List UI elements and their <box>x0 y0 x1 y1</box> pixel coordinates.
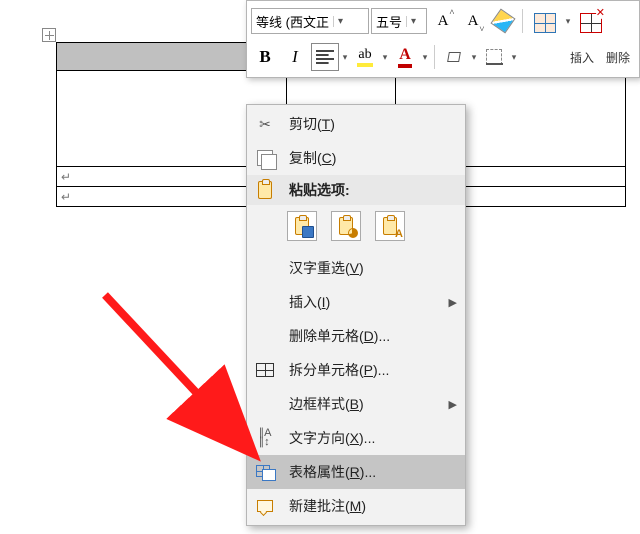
mini-toolbar: 等线 (西文正 ▾ 五号 ▾ A A ▾ B I ▾ ab ▾ A ▾ ▾ ▾ <box>246 0 640 78</box>
paste-keep-source-button[interactable] <box>287 211 317 241</box>
menu-copy[interactable]: 复制(C) <box>247 141 465 175</box>
menu-label: 复制(C) <box>289 148 457 168</box>
chevron-down-icon[interactable]: ▾ <box>510 52 518 63</box>
comment-icon <box>249 500 281 512</box>
align-button[interactable] <box>311 43 339 71</box>
delete-label: 删除 <box>601 49 635 66</box>
paragraph-mark-icon: ↵ <box>61 190 71 204</box>
font-size-value: 五号 <box>372 12 406 31</box>
clipboard-brush-icon <box>295 217 309 235</box>
shrink-font-icon: A <box>468 13 479 30</box>
menu-border-styles[interactable]: 边框样式(B) ▶ <box>247 387 465 421</box>
clipboard-arrow-icon <box>339 217 353 235</box>
separator <box>522 9 523 33</box>
copy-icon <box>249 150 281 166</box>
chevron-down-icon[interactable]: ▾ <box>470 52 478 63</box>
context-menu: 剪切(T) 复制(C) 粘贴选项: 汉字重选(V) 插入(I) ▶ 删除单元格(… <box>246 104 466 526</box>
insert-table-button[interactable] <box>528 9 562 33</box>
menu-label: 拆分单元格(P)... <box>289 360 457 380</box>
menu-label: 删除单元格(D)... <box>289 326 457 346</box>
menu-insert[interactable]: 插入(I) ▶ <box>247 285 465 319</box>
chevron-right-icon: ▶ <box>449 296 457 309</box>
bucket-icon <box>446 50 462 64</box>
menu-label: 表格属性(R)... <box>289 462 457 482</box>
italic-icon: I <box>292 47 298 67</box>
menu-paste-options-header: 粘贴选项: <box>247 175 465 205</box>
toolbar-row-1: 等线 (西文正 ▾ 五号 ▾ A A ▾ <box>251 3 635 39</box>
clipboard-icon <box>249 181 281 199</box>
chevron-down-icon[interactable]: ▾ <box>564 16 572 27</box>
paste-merge-button[interactable] <box>331 211 361 241</box>
chevron-down-icon[interactable]: ▾ <box>381 52 389 63</box>
bold-button[interactable]: B <box>251 43 279 71</box>
split-cells-icon <box>249 363 281 377</box>
menu-label: 粘贴选项: <box>289 180 457 200</box>
toolbar-row-2: B I ▾ ab ▾ A ▾ ▾ ▾ 插入 删除 <box>251 39 635 75</box>
menu-cut[interactable]: 剪切(T) <box>247 107 465 141</box>
font-color-icon: A <box>398 46 412 68</box>
table-delete-icon <box>580 13 602 33</box>
text-direction-icon: ∥A∥↕ <box>249 429 281 447</box>
chevron-down-icon: ▾ <box>406 16 420 27</box>
menu-label: 插入(I) <box>289 292 441 312</box>
font-size-combo[interactable]: 五号 ▾ <box>371 8 427 34</box>
table-properties-icon <box>249 465 281 479</box>
grow-font-button[interactable]: A <box>429 7 457 35</box>
menu-label: 剪切(T) <box>289 114 457 134</box>
italic-button[interactable]: I <box>281 43 309 71</box>
format-painter-button[interactable] <box>489 7 517 35</box>
font-name-combo[interactable]: 等线 (西文正 ▾ <box>251 8 369 34</box>
highlight-icon: ab <box>357 47 372 67</box>
chevron-right-icon: ▶ <box>449 398 457 411</box>
table-grid-icon <box>534 13 556 33</box>
font-name-value: 等线 (西文正 <box>252 12 333 31</box>
menu-label: 文字方向(X)... <box>289 428 457 448</box>
menu-ime-reconvert[interactable]: 汉字重选(V) <box>247 251 465 285</box>
menu-label: 汉字重选(V) <box>289 258 457 278</box>
scissors-icon <box>249 116 281 133</box>
separator <box>434 45 435 69</box>
border-icon <box>486 49 502 65</box>
menu-split-cells[interactable]: 拆分单元格(P)... <box>247 353 465 387</box>
menu-label: 边框样式(B) <box>289 394 441 414</box>
shrink-font-button[interactable]: A <box>459 7 487 35</box>
menu-text-direction[interactable]: ∥A∥↕ 文字方向(X)... <box>247 421 465 455</box>
paste-text-only-button[interactable] <box>375 211 405 241</box>
bold-icon: B <box>259 47 270 67</box>
chevron-down-icon: ▾ <box>333 16 347 27</box>
borders-button[interactable] <box>480 43 508 71</box>
menu-new-comment[interactable]: 新建批注(M) <box>247 489 465 523</box>
align-icon <box>316 50 334 64</box>
font-color-button[interactable]: A <box>391 43 419 71</box>
chevron-down-icon[interactable]: ▾ <box>341 52 349 63</box>
delete-table-button[interactable] <box>574 9 608 33</box>
menu-delete-cells[interactable]: 删除单元格(D)... <box>247 319 465 353</box>
menu-table-properties[interactable]: 表格属性(R)... <box>247 455 465 489</box>
paste-options-row <box>247 205 465 251</box>
clipboard-a-icon <box>383 217 397 235</box>
insert-label: 插入 <box>565 49 599 66</box>
shading-button[interactable] <box>440 43 468 71</box>
chevron-down-icon[interactable]: ▾ <box>421 52 429 63</box>
brush-icon <box>490 8 515 33</box>
table-move-handle[interactable] <box>42 28 56 42</box>
paragraph-mark-icon: ↵ <box>61 170 71 184</box>
menu-label: 新建批注(M) <box>289 496 457 516</box>
grow-font-icon: A <box>438 13 449 30</box>
highlight-button[interactable]: ab <box>351 43 379 71</box>
